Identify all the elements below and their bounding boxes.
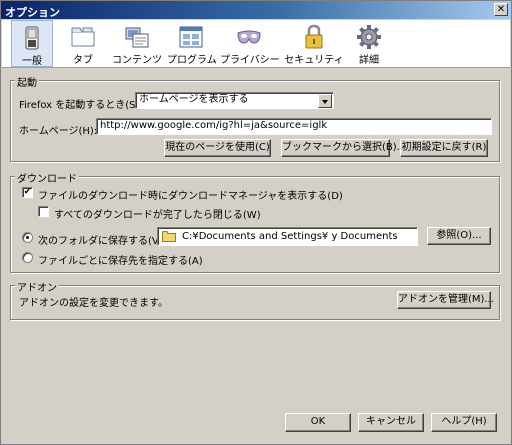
tab-folder-icon xyxy=(71,27,95,47)
show-download-manager-label[interactable]: ファイルのダウンロード時にダウンロードマネージャを表示する(D) xyxy=(38,187,343,202)
download-group-title: ダウンロード xyxy=(15,170,79,185)
tab-advanced[interactable]: 詳細 xyxy=(348,20,390,67)
startup-group-title: 起動 xyxy=(15,74,39,89)
switch-icon xyxy=(25,26,39,50)
folder-icon xyxy=(162,231,176,242)
gear-icon xyxy=(357,25,381,49)
startup-when-value: ホームページを表示する xyxy=(139,94,249,105)
tab-label: 詳細 xyxy=(359,55,379,66)
window-title: オプション xyxy=(5,6,60,19)
ask-each-file-label[interactable]: ファイルごとに保存先を指定する(A) xyxy=(38,252,203,267)
lock-icon xyxy=(305,24,323,49)
tab-label: コンテンツ xyxy=(112,55,162,66)
browse-button[interactable]: 参照(O)... xyxy=(427,227,491,245)
tab-tabs[interactable]: タブ xyxy=(60,20,106,67)
close-when-done-checkbox[interactable] xyxy=(38,206,49,217)
homepage-value: http://www.google.com/ig?hl=ja&source=ig… xyxy=(100,120,328,131)
tab-applications[interactable]: プログラム xyxy=(167,20,217,67)
use-current-page-button[interactable]: 現在のページを使用(C) xyxy=(164,139,271,157)
tab-label: セキュリティ xyxy=(284,55,344,66)
title-bar[interactable]: オプション ✕ xyxy=(1,1,511,19)
tab-label: プログラム xyxy=(167,55,217,66)
options-toolbar: 一般 タブ コンテンツ プログラム プライバシー セキュリティ 詳細 xyxy=(2,20,510,68)
tab-general[interactable]: 一般 xyxy=(11,20,53,67)
download-folder-path: C:¥Documents and Settings¥ y Documents xyxy=(182,231,398,242)
tab-label: タブ xyxy=(73,55,93,66)
help-button[interactable]: ヘルプ(H) xyxy=(431,413,497,432)
close-when-done-label[interactable]: すべてのダウンロードが完了したら閉じる(W) xyxy=(54,206,261,221)
content-icon xyxy=(125,27,149,48)
tab-security[interactable]: セキュリティ xyxy=(284,20,344,67)
show-download-manager-checkbox[interactable]: ✔ xyxy=(22,187,33,198)
tab-label: 一般 xyxy=(22,56,42,67)
startup-when-select[interactable]: ホームページを表示する xyxy=(135,92,334,109)
save-to-folder-radio[interactable] xyxy=(22,232,33,243)
homepage-label: ホームページ(H): xyxy=(19,126,98,137)
privacy-mask-icon xyxy=(237,30,261,44)
cancel-button[interactable]: キャンセル xyxy=(358,413,424,432)
tab-label: プライバシー xyxy=(220,55,280,66)
ask-each-file-radio[interactable] xyxy=(22,252,33,263)
options-dialog: オプション ✕ 一般 タブ コンテンツ プログラム プライバシー セキュリティ … xyxy=(0,0,512,445)
tab-content[interactable]: コンテンツ xyxy=(112,20,162,67)
restore-default-button[interactable]: 初期設定に戻す(R) xyxy=(400,139,488,157)
homepage-input[interactable]: http://www.google.com/ig?hl=ja&source=ig… xyxy=(96,118,492,135)
addons-description: アドオンの設定を変更できます。 xyxy=(19,298,168,309)
chevron-down-icon[interactable] xyxy=(318,94,332,108)
close-button[interactable]: ✕ xyxy=(494,3,508,16)
save-to-folder-label[interactable]: 次のフォルダに保存する(V) xyxy=(38,232,163,247)
addons-group-title: アドオン xyxy=(15,279,59,294)
ok-button[interactable]: OK xyxy=(285,413,351,432)
use-bookmark-button[interactable]: ブックマークから選択(B)... xyxy=(281,139,406,157)
tab-privacy[interactable]: プライバシー xyxy=(220,20,280,67)
startup-when-label: Firefox を起動するとき(S): xyxy=(19,100,143,111)
applications-icon xyxy=(179,26,203,48)
manage-addons-button[interactable]: アドオンを管理(M)... xyxy=(397,291,494,309)
download-folder-field[interactable]: C:¥Documents and Settings¥ y Documents xyxy=(157,227,418,246)
